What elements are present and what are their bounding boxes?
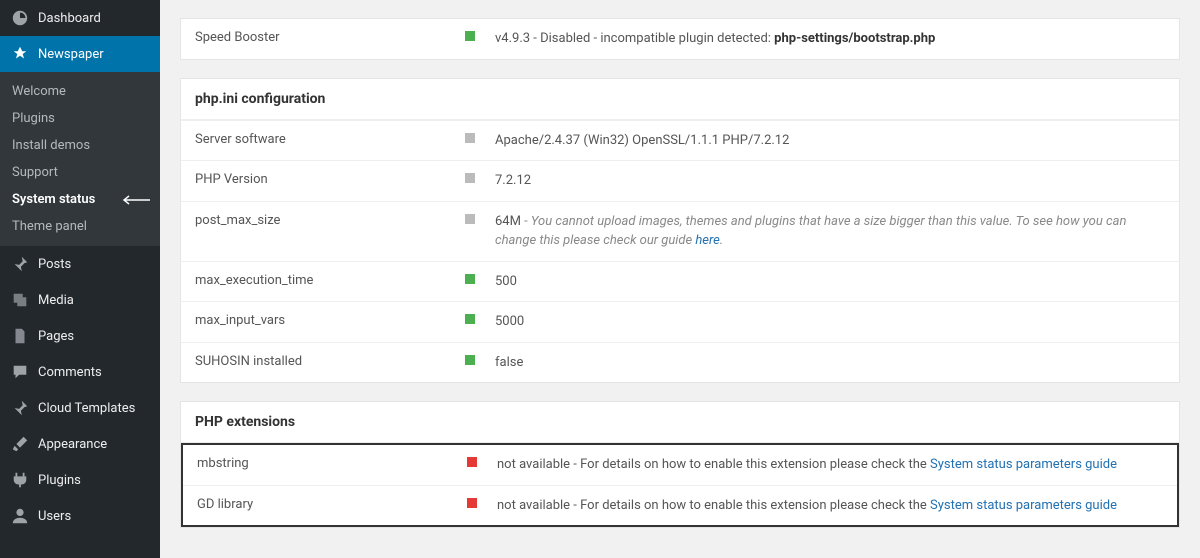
panel-title: php.ini configuration <box>181 79 1179 120</box>
admin-sidebar: Dashboard Newspaper Welcome Plugins Inst… <box>0 0 160 558</box>
status-indicator-gray <box>465 133 475 143</box>
media-icon <box>10 290 30 310</box>
php-ini-panel: php.ini configuration Server software Ap… <box>180 78 1180 384</box>
row-status <box>467 496 497 508</box>
row-value: v4.9.3 - Disabled - incompatible plugin … <box>495 29 1165 49</box>
sidebar-item-media[interactable]: Media <box>0 282 160 318</box>
newspaper-icon <box>10 44 30 64</box>
row-label: Speed Booster <box>195 29 465 45</box>
status-indicator-green <box>465 355 475 365</box>
row-status <box>465 171 495 183</box>
row-value: false <box>495 353 1165 373</box>
plugin-icon <box>10 470 30 490</box>
status-indicator-red <box>467 457 477 467</box>
sidebar-item-users[interactable]: Users <box>0 498 160 534</box>
status-row: GD library not available - For details o… <box>183 485 1177 526</box>
top-status-panel: Speed Booster v4.9.3 - Disabled - incomp… <box>180 18 1180 60</box>
submenu-item-plugins[interactable]: Plugins <box>0 105 160 132</box>
row-value: not available - For details on how to en… <box>497 496 1163 516</box>
main-content: Speed Booster v4.9.3 - Disabled - incomp… <box>160 0 1200 558</box>
user-icon <box>10 506 30 526</box>
status-row: mbstring not available - For details on … <box>183 445 1177 485</box>
sidebar-item-label: Dashboard <box>38 11 101 26</box>
row-label: PHP Version <box>195 171 465 187</box>
row-status <box>465 29 495 41</box>
arrow-left-icon <box>120 195 150 205</box>
sidebar-item-dashboard[interactable]: Dashboard <box>0 0 160 36</box>
row-label: mbstring <box>197 455 467 471</box>
status-row: max_input_vars 5000 <box>181 301 1179 342</box>
dashboard-icon <box>10 8 30 28</box>
row-value: 64M - You cannot upload images, themes a… <box>495 212 1165 251</box>
row-status <box>465 312 495 324</box>
row-status <box>465 272 495 284</box>
sidebar-item-label: Users <box>38 509 71 524</box>
brush-icon <box>10 434 30 454</box>
row-value: not available - For details on how to en… <box>497 455 1163 475</box>
sidebar-item-label: Pages <box>38 329 74 344</box>
pin-icon <box>10 254 30 274</box>
sidebar-item-label: Cloud Templates <box>38 401 135 416</box>
status-row: Server software Apache/2.4.37 (Win32) Op… <box>181 120 1179 161</box>
row-value: 500 <box>495 272 1165 292</box>
guide-link[interactable]: System status parameters guide <box>930 457 1117 472</box>
sidebar-item-label: Newspaper <box>38 47 104 62</box>
status-indicator-red <box>467 498 477 508</box>
panel-title: PHP extensions <box>181 402 1179 443</box>
sidebar-item-plugins[interactable]: Plugins <box>0 462 160 498</box>
sidebar-item-label: Media <box>38 293 74 308</box>
row-label: GD library <box>197 496 467 512</box>
sidebar-item-cloud-templates[interactable]: Cloud Templates <box>0 390 160 426</box>
row-label: SUHOSIN installed <box>195 353 465 369</box>
sidebar-item-pages[interactable]: Pages <box>0 318 160 354</box>
pages-icon <box>10 326 30 346</box>
comment-icon <box>10 362 30 382</box>
sidebar-item-label: Posts <box>38 257 71 272</box>
sidebar-submenu: Welcome Plugins Install demos Support Sy… <box>0 72 160 246</box>
status-indicator-green <box>465 274 475 284</box>
sidebar-item-appearance[interactable]: Appearance <box>0 426 160 462</box>
status-indicator-green <box>465 31 475 41</box>
row-value: Apache/2.4.37 (Win32) OpenSSL/1.1.1 PHP/… <box>495 131 1165 151</box>
sidebar-item-label: Plugins <box>38 473 81 488</box>
status-row: SUHOSIN installed false <box>181 342 1179 383</box>
status-row: Speed Booster v4.9.3 - Disabled - incomp… <box>181 19 1179 59</box>
sidebar-item-label: Comments <box>38 365 102 380</box>
status-indicator-gray <box>465 214 475 224</box>
submenu-item-welcome[interactable]: Welcome <box>0 78 160 105</box>
submenu-item-support[interactable]: Support <box>0 159 160 186</box>
row-label: post_max_size <box>195 212 465 228</box>
guide-link[interactable]: here <box>695 233 719 248</box>
row-label: max_execution_time <box>195 272 465 288</box>
guide-link[interactable]: System status parameters guide <box>930 498 1117 513</box>
status-indicator-green <box>465 314 475 324</box>
row-value: 5000 <box>495 312 1165 332</box>
sidebar-item-label: Appearance <box>38 437 107 452</box>
sidebar-item-newspaper[interactable]: Newspaper <box>0 36 160 72</box>
row-status <box>465 353 495 365</box>
php-ext-panel: mbstring not available - For details on … <box>181 443 1179 527</box>
row-label: max_input_vars <box>195 312 465 328</box>
status-row: PHP Version 7.2.12 <box>181 160 1179 201</box>
row-status <box>467 455 497 467</box>
row-status <box>465 212 495 224</box>
submenu-item-install-demos[interactable]: Install demos <box>0 132 160 159</box>
row-value: 7.2.12 <box>495 171 1165 191</box>
sidebar-item-comments[interactable]: Comments <box>0 354 160 390</box>
status-row: max_execution_time 500 <box>181 261 1179 302</box>
submenu-item-theme-panel[interactable]: Theme panel <box>0 213 160 240</box>
pin-icon <box>10 398 30 418</box>
status-indicator-gray <box>465 173 475 183</box>
row-label: Server software <box>195 131 465 147</box>
sidebar-item-posts[interactable]: Posts <box>0 246 160 282</box>
row-status <box>465 131 495 143</box>
php-ext-panel-wrapper: PHP extensions mbstring not available - … <box>180 401 1180 528</box>
status-row: post_max_size 64M - You cannot upload im… <box>181 201 1179 261</box>
submenu-item-system-status[interactable]: System status <box>0 186 160 213</box>
